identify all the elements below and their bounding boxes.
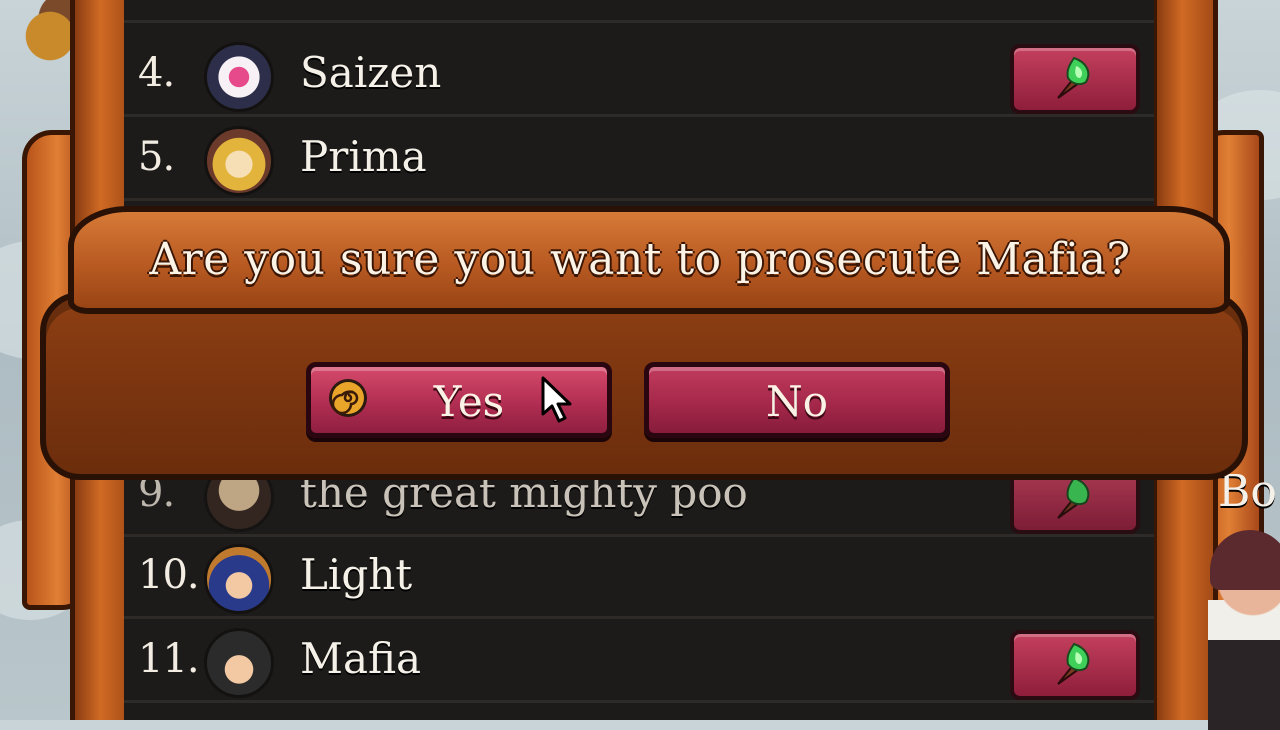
no-button[interactable]: No — [644, 362, 950, 438]
vote-button[interactable] — [1010, 630, 1140, 700]
player-row: 5. Prima — [124, 116, 1154, 201]
player-avatar — [204, 42, 274, 112]
player-name: Prima — [300, 132, 427, 181]
torch-icon — [1057, 56, 1090, 99]
player-name: Mafia — [300, 634, 422, 683]
player-number: 11. — [138, 636, 200, 682]
torch-icon — [1057, 642, 1090, 685]
player-number: 10. — [138, 552, 200, 598]
player-number: 5. — [138, 134, 175, 180]
confirm-dialog: Are you sure you want to prosecute Mafia… — [28, 200, 1252, 480]
player-row: 10. Light — [124, 534, 1154, 619]
torch-icon — [1057, 476, 1090, 519]
player-number: 4. — [138, 50, 175, 96]
player-name: Light — [300, 550, 413, 599]
no-button-label: No — [765, 377, 829, 426]
vote-button[interactable] — [1010, 44, 1140, 114]
player-row: 11. Mafia — [124, 618, 1154, 703]
mouse-cursor-icon — [541, 376, 572, 423]
player-row — [124, 0, 1154, 23]
player-avatar — [204, 628, 274, 698]
player-name: Saizen — [300, 48, 442, 97]
player-avatar — [204, 544, 274, 614]
dialog-question: Are you sure you want to prosecute Mafia… — [149, 234, 1131, 285]
player-avatar — [204, 126, 274, 196]
player-row: 4. Saizen — [124, 32, 1154, 117]
